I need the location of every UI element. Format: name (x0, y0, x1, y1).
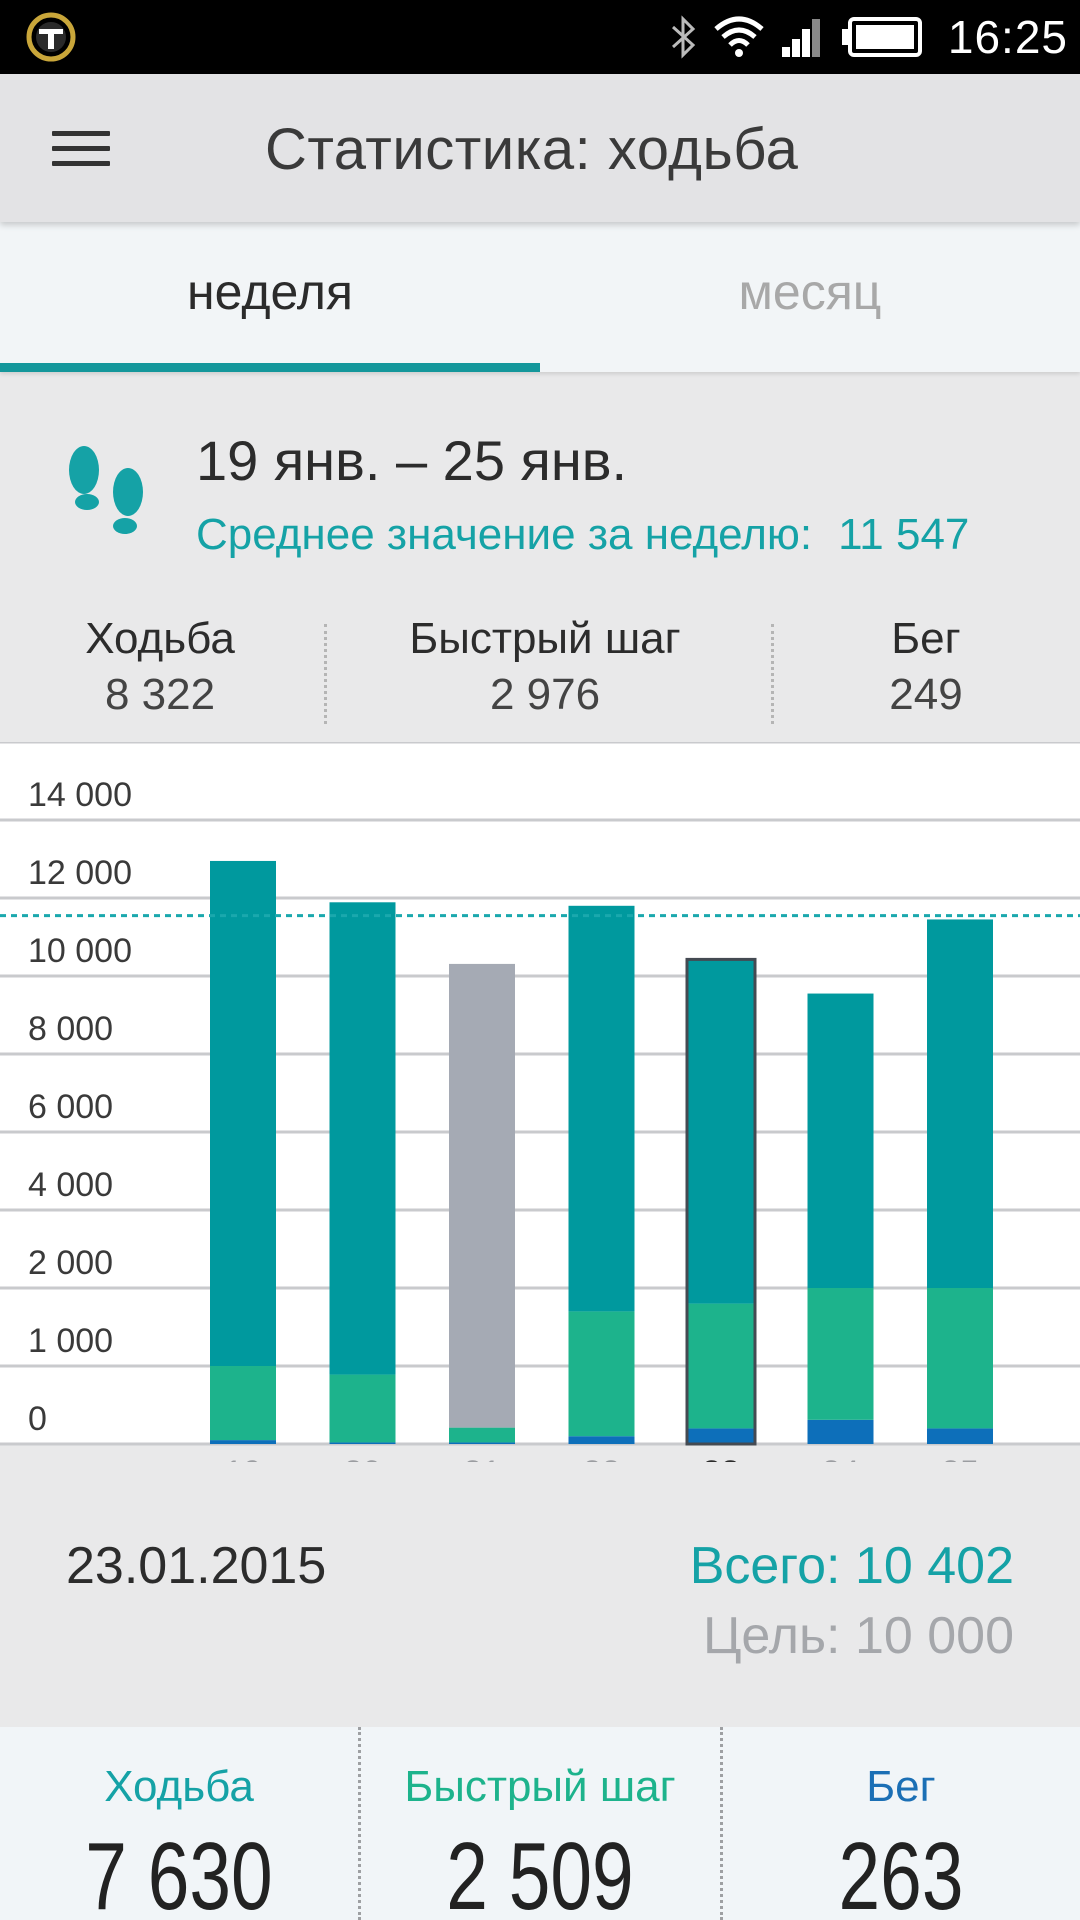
bar-segment (927, 1428, 993, 1444)
clock: 16:25 (947, 11, 1068, 63)
x-tick-day-label: 19 (224, 1454, 262, 1462)
hamburger-menu-icon[interactable] (40, 118, 122, 178)
bar-segment (210, 860, 276, 1366)
y-tick-label: 8 000 (28, 1010, 113, 1048)
app-logo-icon (26, 12, 76, 62)
week-total-fast-label: Быстрый шаг (409, 614, 681, 663)
week-total-walk-label: Ходьба (85, 614, 235, 663)
x-tick-day-label: 21 (463, 1454, 501, 1462)
bar-segment (807, 1288, 874, 1420)
x-tick-day-label: 23 (702, 1454, 740, 1462)
screen: 16:25 Статистика: ходьба неделя месяц 19… (0, 0, 1080, 1920)
y-tick-label: 12 000 (28, 854, 132, 892)
y-tick-label: 14 000 (28, 776, 132, 814)
week-total-fast-value: 2 976 (489, 670, 601, 719)
bar-segment (329, 902, 396, 1375)
selected-day-goal: Цель: 10 000 (702, 1607, 1014, 1665)
y-tick-label: 2 000 (28, 1244, 113, 1282)
bar-segment (568, 1311, 635, 1437)
week-total-run-value: 249 (889, 670, 963, 719)
bar-segment (568, 905, 635, 1312)
breakdown-run-value: 263 (838, 1823, 964, 1920)
bar-segment (329, 1374, 396, 1443)
week-average-value: 11 547 (838, 510, 970, 559)
selected-day-breakdown: Ходьба 7 630 Быстрый шаг 2 509 Бег 263 (0, 1727, 1080, 1920)
bar-segment (210, 1440, 276, 1444)
week-average-label: Среднее значение за неделю: (196, 510, 813, 559)
x-tick-day-label: 24 (822, 1454, 860, 1462)
steps-chart: 0 1 000 2 000 4 000 6 000 8 000 10 000 12 000 14… (0, 742, 1080, 1462)
bar-segment (927, 1288, 993, 1429)
y-tick-label: 10 000 (28, 932, 132, 970)
divider (324, 624, 327, 724)
week-total-fast: Быстрый шаг 2 976 (380, 612, 710, 722)
y-tick-label: 4 000 (28, 1166, 113, 1204)
y-tick-label: 1 000 (28, 1322, 113, 1360)
x-tick-day-label: 22 (583, 1454, 621, 1462)
selected-day-total: Всего: 10 402 (689, 1537, 1014, 1595)
bar-segment (688, 1428, 754, 1444)
bar-segment (210, 1366, 276, 1441)
week-total-walk-value: 8 322 (104, 670, 216, 719)
bar-segment (329, 1442, 396, 1444)
bar-segment (927, 919, 993, 1288)
week-total-walk: Ходьба 8 322 (40, 612, 280, 722)
week-total-run-label: Бег (891, 614, 961, 663)
week-totals: Ходьба 8 322 Быстрый шаг 2 976 Бег 249 (0, 612, 1080, 724)
signal-icon (781, 19, 820, 57)
breakdown-walk-label: Ходьба (104, 1762, 254, 1811)
breakdown-walk: Ходьба 7 630 (0, 1727, 358, 1920)
tab-indicator (0, 363, 540, 372)
bar-segment (449, 1427, 515, 1443)
breakdown-fast-label: Быстрый шаг (404, 1762, 676, 1811)
week-summary: 19 янв. – 25 янв. Среднее значение за не… (0, 372, 1080, 742)
y-tick-label: 0 (28, 1400, 47, 1438)
page-title: Статистика: ходьба (265, 117, 799, 182)
bluetooth-icon (671, 15, 696, 59)
x-tick-day-label: 20 (344, 1454, 382, 1462)
tab-week[interactable]: неделя (0, 222, 540, 372)
bar-segment (688, 960, 754, 1304)
bar-segment (807, 993, 874, 1288)
bar-segment (807, 1419, 874, 1444)
divider (771, 624, 774, 724)
app-bar: Статистика: ходьба (0, 74, 1080, 222)
selected-day-date: 23.01.2015 (66, 1537, 327, 1595)
selected-day-info: 23.01.2015 Всего: 10 402 Цель: 10 000 (0, 1520, 1080, 1720)
wifi-icon (714, 16, 764, 57)
chart-background (0, 742, 1080, 1444)
week-total-run: Бег 249 (836, 612, 1016, 722)
bar-segment (688, 1303, 754, 1429)
breakdown-fast-value: 2 509 (446, 1823, 634, 1920)
steps-chart-svg: 0 1 000 2 000 4 000 6 000 8 000 10 000 12 000 14… (0, 742, 1080, 1462)
breakdown-fast: Быстрый шаг 2 509 (360, 1727, 720, 1920)
status-bar: 16:25 (0, 0, 1080, 74)
week-average: Среднее значение за неделю: 11 547 (196, 510, 969, 560)
footsteps-icon (69, 446, 143, 534)
y-tick-label: 6 000 (28, 1088, 113, 1126)
breakdown-run: Бег 263 (722, 1727, 1080, 1920)
tab-bar: неделя месяц (0, 222, 1080, 372)
battery-icon (841, 17, 922, 57)
x-tick-day-label: 25 (941, 1454, 979, 1462)
tab-month[interactable]: месяц (540, 222, 1080, 372)
bar-segment (568, 1436, 635, 1444)
week-date-range: 19 янв. – 25 янв. (196, 429, 628, 492)
breakdown-run-label: Бег (866, 1762, 936, 1811)
bar-segment (449, 963, 515, 1428)
breakdown-walk-value: 7 630 (85, 1823, 273, 1920)
bar-segment (449, 1442, 515, 1444)
